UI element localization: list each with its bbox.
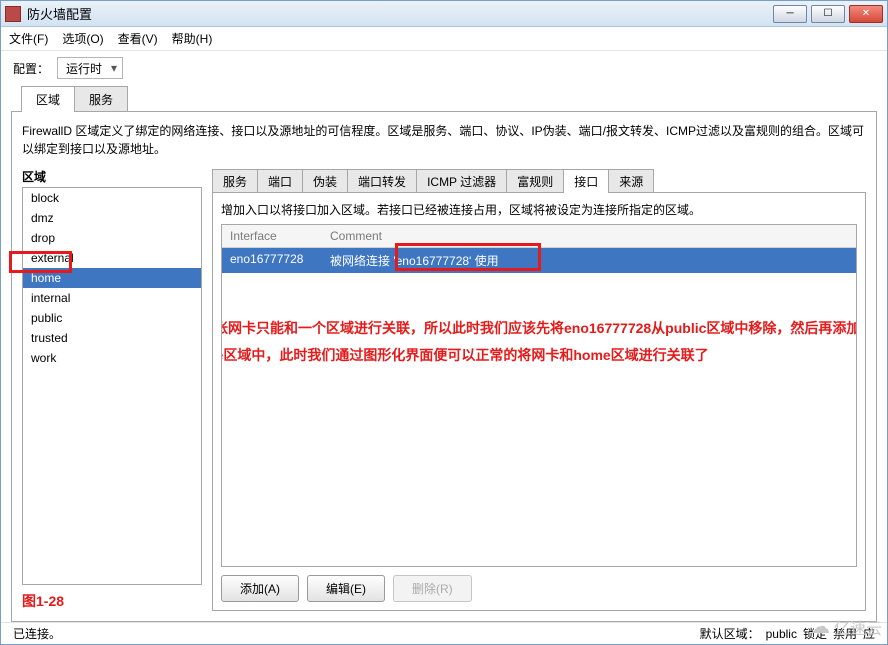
zone-item-drop[interactable]: drop (23, 228, 201, 248)
inner-tab-sources[interactable]: 来源 (608, 169, 654, 193)
status-default-zone-label: 默认区域： (700, 625, 760, 642)
zone-heading: 区域 (22, 168, 202, 185)
zone-list[interactable]: blockdmzdropexternalhomeinternalpublictr… (22, 187, 202, 585)
zone-inner-tabs: 服务端口伪装端口转发ICMP 过滤器富规则接口来源 (212, 168, 866, 192)
zone-item-trusted[interactable]: trusted (23, 328, 201, 348)
window-title: 防火墙配置 (27, 4, 773, 23)
main-tabs: 区域 服务 (1, 85, 887, 111)
status-cutoff: 应 (863, 625, 875, 642)
zone-item-public[interactable]: public (23, 308, 201, 328)
zone-list-column: 区域 blockdmzdropexternalhomeinternalpubli… (22, 168, 202, 611)
menu-options[interactable]: 选项(O) (62, 30, 103, 47)
interfaces-description: 增加入口以将接口加入区域。若接口已经被连接占用，区域将被设定为连接所指定的区域。 (221, 201, 857, 218)
maximize-button[interactable]: ☐ (811, 5, 845, 23)
column-comment: Comment (322, 225, 856, 247)
interface-row[interactable]: eno16777728被网络连接 'eno16777728' 使用 (222, 248, 856, 273)
titlebar: 防火墙配置 ─ ☐ ✕ (1, 1, 887, 27)
config-dropdown[interactable]: 运行时 (57, 57, 123, 79)
menu-help[interactable]: 帮助(H) (172, 30, 213, 47)
status-lock: 锁定 (803, 625, 827, 642)
inner-tab-icmp[interactable]: ICMP 过滤器 (416, 169, 507, 193)
interfaces-panel: 增加入口以将接口加入区域。若接口已经被连接占用，区域将被设定为连接所指定的区域。… (212, 192, 866, 611)
inner-tab-interfaces[interactable]: 接口 (563, 169, 609, 193)
interface-table-header: Interface Comment (222, 225, 856, 248)
zone-item-dmz[interactable]: dmz (23, 208, 201, 228)
edit-button[interactable]: 编辑(E) (307, 575, 385, 602)
window-controls: ─ ☐ ✕ (773, 5, 883, 23)
config-value: 运行时 (66, 60, 102, 77)
main-panel: FirewallD 区域定义了绑定的网络连接、接口以及源地址的可信程度。区域是服… (11, 111, 877, 622)
close-button[interactable]: ✕ (849, 5, 883, 23)
status-connected: 已连接。 (13, 625, 61, 642)
add-button[interactable]: 添加(A) (221, 575, 299, 602)
interface-cell-comment: 被网络连接 'eno16777728' 使用 (322, 248, 856, 273)
zone-item-work[interactable]: work (23, 348, 201, 368)
app-icon (5, 6, 21, 22)
zone-item-home[interactable]: home (23, 268, 201, 288)
zone-item-internal[interactable]: internal (23, 288, 201, 308)
config-row: 配置： 运行时 (1, 51, 887, 85)
interface-cell-name: eno16777728 (222, 248, 322, 273)
tab-service[interactable]: 服务 (74, 86, 128, 112)
menubar: 文件(F) 选项(O) 查看(V) 帮助(H) (1, 27, 887, 51)
column-interface: Interface (222, 225, 322, 247)
figure-label: 图1-28 (22, 591, 202, 611)
config-label: 配置： (13, 60, 49, 77)
menu-file[interactable]: 文件(F) (9, 30, 48, 47)
zone-description: FirewallD 区域定义了绑定的网络连接、接口以及源地址的可信程度。区域是服… (22, 122, 866, 158)
minimize-button[interactable]: ─ (773, 5, 807, 23)
inner-tab-services[interactable]: 服务 (212, 169, 258, 193)
interface-button-row: 添加(A) 编辑(E) 删除(R) (221, 575, 857, 602)
inner-tab-ports[interactable]: 端口 (257, 169, 303, 193)
zone-item-block[interactable]: block (23, 188, 201, 208)
annotation-text: 由于每张网卡只能和一个区域进行关联，所以此时我们应该先将eno16777728从… (221, 315, 857, 368)
delete-button[interactable]: 删除(R) (393, 575, 472, 602)
status-disable: 禁用 (833, 625, 857, 642)
zone-detail-column: 服务端口伪装端口转发ICMP 过滤器富规则接口来源 增加入口以将接口加入区域。若… (212, 168, 866, 611)
firewall-config-window: 防火墙配置 ─ ☐ ✕ 文件(F) 选项(O) 查看(V) 帮助(H) 配置： … (0, 0, 888, 645)
inner-tab-richrules[interactable]: 富规则 (506, 169, 564, 193)
status-default-zone-value: public (766, 627, 797, 641)
tab-zone[interactable]: 区域 (21, 86, 75, 112)
statusbar: 已连接。 默认区域： public 锁定 禁用 应 (1, 622, 887, 644)
inner-tab-masq[interactable]: 伪装 (302, 169, 348, 193)
inner-tab-portfwd[interactable]: 端口转发 (347, 169, 417, 193)
zone-item-external[interactable]: external (23, 248, 201, 268)
interface-table: Interface Comment eno16777728被网络连接 'eno1… (221, 224, 857, 567)
menu-view[interactable]: 查看(V) (118, 30, 158, 47)
